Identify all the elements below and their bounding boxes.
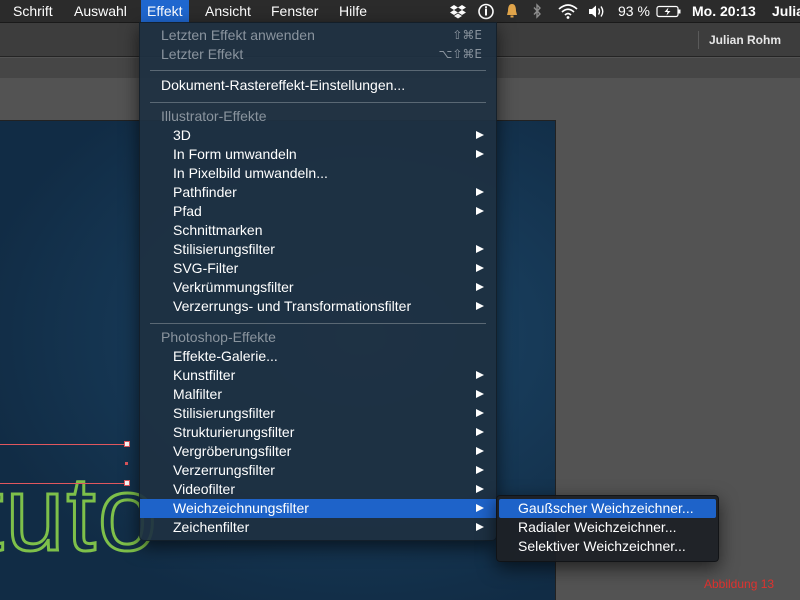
menu-item-pathfinder[interactable]: Pathfinder: [140, 183, 496, 202]
menu-separator: [150, 70, 486, 71]
chevron-right-icon: [476, 283, 484, 291]
submenu-item-radial-blur[interactable]: Radialer Weichzeichner...: [499, 518, 716, 537]
chevron-right-icon: [476, 504, 484, 512]
battery-icon[interactable]: [656, 0, 682, 23]
menu-separator: [150, 323, 486, 324]
chevron-right-icon: [476, 523, 484, 531]
menu-ansicht[interactable]: Ansicht: [199, 0, 257, 23]
menu-fenster[interactable]: Fenster: [265, 0, 324, 23]
menu-item-blur[interactable]: Weichzeichnungsfilter: [140, 499, 496, 518]
menu-item-svg-filter[interactable]: SVG-Filter: [140, 259, 496, 278]
chevron-right-icon: [476, 207, 484, 215]
menu-item-texture[interactable]: Strukturierungsfilter: [140, 423, 496, 442]
menu-item-path[interactable]: Pfad: [140, 202, 496, 221]
menu-item-warp[interactable]: Verkrümmungsfilter: [140, 278, 496, 297]
wifi-icon[interactable]: [557, 0, 579, 23]
effekt-menu: Letzten Effekt anwenden ⇧⌘E Letzter Effek…: [139, 22, 497, 541]
menu-header-illustrator: Illustrator-Effekte: [161, 108, 267, 124]
clock[interactable]: Mo. 20:13: [692, 0, 756, 23]
bluetooth-icon[interactable]: [530, 0, 544, 23]
chevron-right-icon: [476, 485, 484, 493]
menu-item-3d[interactable]: 3D: [140, 126, 496, 145]
menu-schrift[interactable]: Schrift: [7, 0, 59, 23]
dropbox-icon[interactable]: [449, 0, 467, 23]
submenu-item-gaussian-blur[interactable]: Gaußscher Weichzeichner...: [499, 499, 716, 518]
blur-submenu: Gaußscher Weichzeichner... Radialer Weic…: [496, 495, 719, 562]
menu-item-rasterize[interactable]: In Pixelbild umwandeln...: [140, 164, 496, 183]
menu-item-brush-strokes[interactable]: Malfilter: [140, 385, 496, 404]
menu-item-distort[interactable]: Verzerrungsfilter: [140, 461, 496, 480]
selection-handle-top[interactable]: [124, 441, 130, 447]
submenu-item-smart-blur[interactable]: Selektiver Weichzeichner...: [499, 537, 716, 556]
menu-item-last-effect: Letzter Effekt ⌥⇧⌘E: [161, 46, 482, 62]
selection-line-top: [0, 444, 128, 445]
artwork-text[interactable]: tuto: [0, 460, 159, 569]
menu-item-artistic[interactable]: Kunstfilter: [140, 366, 496, 385]
menu-item-stylize-illustrator[interactable]: Stilisierungsfilter: [140, 240, 496, 259]
menu-bar: Schrift Auswahl Effekt Ansicht Fenster H…: [0, 0, 800, 23]
chevron-right-icon: [476, 264, 484, 272]
menu-item-sketch[interactable]: Zeichenfilter: [140, 518, 496, 537]
battery-percent: 93 %: [618, 3, 650, 19]
chevron-right-icon: [476, 466, 484, 474]
chevron-right-icon: [476, 447, 484, 455]
menu-separator: [150, 102, 486, 103]
chevron-right-icon: [476, 409, 484, 417]
chevron-right-icon: [476, 188, 484, 196]
chevron-right-icon: [476, 371, 484, 379]
chevron-right-icon: [476, 302, 484, 310]
menu-auswahl[interactable]: Auswahl: [68, 0, 133, 23]
menu-item-effect-gallery[interactable]: Effekte-Galerie...: [140, 347, 496, 366]
selection-line-bottom: [0, 483, 128, 484]
menu-item-convert-shape[interactable]: In Form umwandeln: [140, 145, 496, 164]
bell-icon[interactable]: [504, 0, 520, 23]
chevron-right-icon: [476, 150, 484, 158]
info-icon[interactable]: [477, 0, 495, 23]
figure-caption: Abbildung 13: [704, 577, 775, 591]
menu-item-pixelate[interactable]: Vergröberungsfilter: [140, 442, 496, 461]
chevron-right-icon: [476, 428, 484, 436]
menu-item-stylize-photoshop[interactable]: Stilisierungsfilter: [140, 404, 496, 423]
menu-item-crop-marks[interactable]: Schnittmarken: [140, 221, 496, 240]
menu-item-distort-transform[interactable]: Verzerrungs- und Transformationsfilter: [140, 297, 496, 316]
control-divider: [698, 31, 699, 49]
volume-icon[interactable]: [587, 0, 607, 23]
menu-effekt[interactable]: Effekt: [141, 0, 189, 23]
chevron-right-icon: [476, 131, 484, 139]
menu-hilfe[interactable]: Hilfe: [333, 0, 373, 23]
selection-handle-bottom[interactable]: [124, 480, 130, 486]
menu-item-raster-settings[interactable]: Dokument-Rastereffekt-Einstellungen...: [140, 76, 496, 95]
chevron-right-icon: [476, 390, 484, 398]
menu-item-video[interactable]: Videofilter: [140, 480, 496, 499]
menu-header-photoshop: Photoshop-Effekte: [161, 329, 276, 345]
chevron-right-icon: [476, 245, 484, 253]
menu-item-apply-last-effect: Letzten Effekt anwenden ⇧⌘E: [161, 27, 482, 43]
account-name[interactable]: Julian Rohm: [709, 33, 781, 47]
user-menu[interactable]: Julia: [772, 0, 800, 23]
selection-handle-middle[interactable]: [125, 462, 128, 465]
